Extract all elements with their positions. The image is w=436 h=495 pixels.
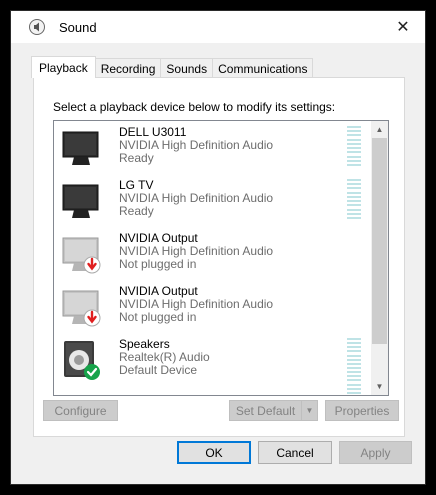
device-status: Default Device xyxy=(119,363,198,377)
scroll-up-icon[interactable]: ▲ xyxy=(371,121,388,138)
playback-panel: Select a playback device below to modify… xyxy=(33,77,405,437)
apply-button[interactable]: Apply xyxy=(339,441,412,464)
monitor-unplugged-icon xyxy=(60,286,102,328)
vertical-scrollbar[interactable]: ▲ ▼ xyxy=(371,121,388,395)
monitor-unplugged-icon xyxy=(60,233,102,275)
window-title: Sound xyxy=(59,19,97,35)
tab-sounds[interactable]: Sounds xyxy=(160,58,214,78)
monitor-icon xyxy=(60,180,102,222)
device-item[interactable]: LG TV NVIDIA High Definition Audio Ready xyxy=(54,174,364,227)
device-list[interactable]: DELL U3011 NVIDIA High Definition Audio … xyxy=(53,120,389,396)
properties-button[interactable]: Properties xyxy=(325,400,399,421)
speaker-device-icon xyxy=(60,339,102,381)
chevron-down-icon: ▼ xyxy=(305,406,314,415)
cancel-button[interactable]: Cancel xyxy=(258,441,332,464)
close-button[interactable]: ✕ xyxy=(381,11,425,43)
scroll-thumb[interactable] xyxy=(372,138,387,344)
ok-button[interactable]: OK xyxy=(177,441,251,464)
tab-playback[interactable]: Playback xyxy=(31,56,96,78)
set-default-button[interactable]: Set Default xyxy=(229,400,302,421)
device-item[interactable]: NVIDIA Output NVIDIA High Definition Aud… xyxy=(54,280,364,333)
volume-level-meter xyxy=(347,338,361,394)
tab-recording[interactable]: Recording xyxy=(94,58,162,78)
volume-level-meter xyxy=(347,179,361,219)
speaker-icon xyxy=(27,17,47,37)
set-default-dropdown[interactable]: ▼ xyxy=(301,400,318,421)
title-bar[interactable]: Sound ✕ xyxy=(11,11,425,43)
device-item[interactable]: DELL U3011 NVIDIA High Definition Audio … xyxy=(54,121,364,174)
volume-level-meter xyxy=(347,126,361,166)
tab-communications[interactable]: Communications xyxy=(212,58,314,78)
device-item[interactable]: Speakers Realtek(R) Audio Default Device xyxy=(54,333,364,394)
device-status: Ready xyxy=(119,204,154,218)
monitor-icon xyxy=(60,127,102,169)
tab-strip: Playback Recording Sounds Communications xyxy=(31,56,314,78)
device-item[interactable]: NVIDIA Output NVIDIA High Definition Aud… xyxy=(54,227,364,280)
device-status: Ready xyxy=(119,151,154,165)
configure-button[interactable]: Configure xyxy=(43,400,118,421)
scroll-down-icon[interactable]: ▼ xyxy=(371,378,388,395)
device-status: Not plugged in xyxy=(119,257,197,271)
device-status: Not plugged in xyxy=(119,310,197,324)
sound-dialog: Sound ✕ Playback Recording Sounds Commun… xyxy=(10,10,426,485)
instruction-text: Select a playback device below to modify… xyxy=(53,100,336,114)
